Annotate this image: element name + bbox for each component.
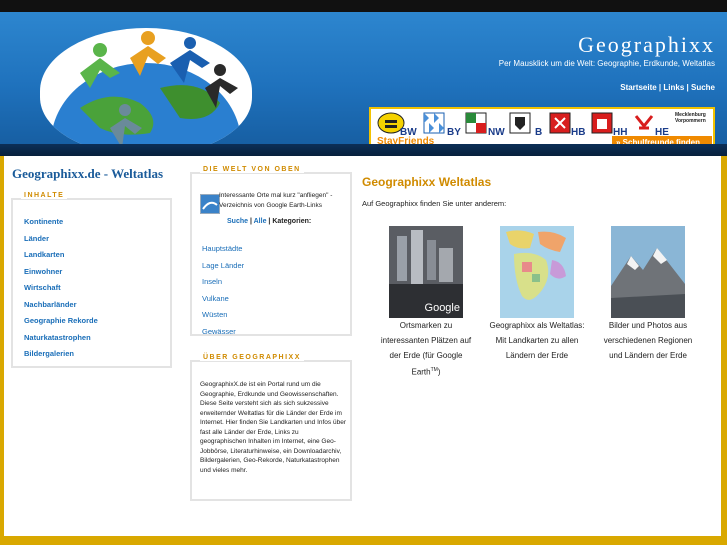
state-label-nw: NW: [488, 127, 505, 138]
nav-item-einwohner[interactable]: Einwohner: [24, 264, 98, 281]
welt-von-oben-heading: DIE WELT VON OBEN: [200, 166, 304, 173]
google-earth-icon: [200, 194, 220, 214]
nav-item-bildergalerien[interactable]: Bildergalerien: [24, 346, 98, 363]
content-area: Geographixx.de - Weltatlas INHALTE Konti…: [4, 156, 721, 536]
nav-link-suche[interactable]: Suche: [691, 83, 715, 92]
welt-links: Suche | Alle | Kategorien:: [227, 218, 311, 225]
category-vulkane[interactable]: Vulkane: [202, 291, 244, 308]
state-label-b: B: [535, 127, 543, 138]
state-label-hb: HB: [571, 127, 586, 138]
category-inseln[interactable]: Inseln: [202, 274, 244, 291]
nav-link-startseite[interactable]: Startseite: [620, 83, 656, 92]
nav-item-geographie-rekorde[interactable]: Geographie Rekorde: [24, 313, 98, 330]
main-intro: Auf Geographixx finden Sie unter anderem…: [362, 199, 507, 208]
category-lage-laender[interactable]: Lage Länder: [202, 258, 244, 275]
left-column: Geographixx.de - Weltatlas: [12, 166, 175, 182]
nav-item-kontinente[interactable]: Kontinente: [24, 214, 98, 231]
state-label-mv: Mecklenburg Vorpommern: [675, 112, 706, 124]
content-frame: Geographixx.de - Weltatlas INHALTE Konti…: [0, 156, 727, 545]
main-title: Geographixx Weltatlas: [362, 175, 492, 189]
nav-item-wirtschaft[interactable]: Wirtschaft: [24, 280, 98, 297]
nav-link-links[interactable]: Links: [663, 83, 684, 92]
card1-caption: Ortsmarken zu interessanten Plätzen auf …: [376, 318, 476, 380]
site-header: Geographixx Per Mausklick um die Welt: G…: [0, 12, 727, 154]
kategorien-label: Kategorien:: [272, 218, 312, 225]
nav-item-landkarten[interactable]: Landkarten: [24, 247, 98, 264]
welt-von-oben-box: DIE WELT VON OBEN Interessante Orte mal …: [190, 166, 352, 336]
category-hauptstaedte[interactable]: Hauptstädte: [202, 241, 244, 258]
card1-caption-close: ): [437, 367, 441, 377]
site-title: Geographixx: [578, 32, 715, 57]
inhalte-heading: INHALTE: [21, 192, 68, 199]
link-separator: |: [249, 218, 252, 225]
top-nav: Startseite | Links | Suche: [620, 83, 715, 92]
nav-item-naturkatastrophen[interactable]: Naturkatastrophen: [24, 330, 98, 347]
welt-description: Interessante Orte mal kurz "anfliegen" -…: [219, 192, 333, 209]
kategorien-nav: Hauptstädte Lage Länder Inseln Vulkane W…: [202, 241, 244, 340]
category-wuesten[interactable]: Wüsten: [202, 307, 244, 324]
nav-item-nachbarlaender[interactable]: Nachbarländer: [24, 297, 98, 314]
trademark-sup: TM: [430, 367, 438, 373]
state-label-by: BY: [447, 127, 461, 138]
card2-caption: Geographixx als Weltatlas: Mit Landkarte…: [489, 321, 585, 360]
ueber-geographixx-heading: ÜBER GEOGRAPHIXX: [200, 354, 304, 361]
top-bar: [0, 0, 727, 12]
header-bottom-band: [0, 144, 727, 156]
about-text: GeographixX.de ist ein Portal rund um di…: [200, 381, 346, 474]
weltatlas-map-thumbnail[interactable]: [500, 226, 574, 318]
google-earth-thumbnail[interactable]: Google: [389, 226, 463, 318]
nav-separator: |: [684, 83, 691, 92]
inhalte-box: INHALTE Kontinente Länder Landkarten Ein…: [11, 192, 172, 368]
google-watermark: Google: [424, 302, 460, 314]
bilder-photo-thumbnail[interactable]: [611, 226, 685, 318]
link-separator: |: [268, 218, 271, 225]
inhalte-nav: Kontinente Länder Landkarten Einwohner W…: [24, 214, 98, 363]
welt-link-alle[interactable]: Alle: [254, 218, 267, 225]
globe-logo-image: [40, 28, 252, 154]
card1-caption-text: Ortsmarken zu interessanten Plätzen auf …: [380, 321, 472, 377]
nav-item-laender[interactable]: Länder: [24, 231, 98, 248]
site-tagline: Per Mausklick um die Welt: Geographie, E…: [498, 59, 715, 68]
card3-caption: Bilder und Photos aus verschiedenen Regi…: [603, 321, 693, 360]
ueber-geographixx-box: ÜBER GEOGRAPHIXX GeographixX.de ist ein …: [190, 354, 352, 501]
category-gewaesser[interactable]: Gewässer: [202, 324, 244, 341]
welt-link-suche[interactable]: Suche: [227, 218, 248, 225]
page-title: Geographixx.de - Weltatlas: [12, 166, 164, 181]
